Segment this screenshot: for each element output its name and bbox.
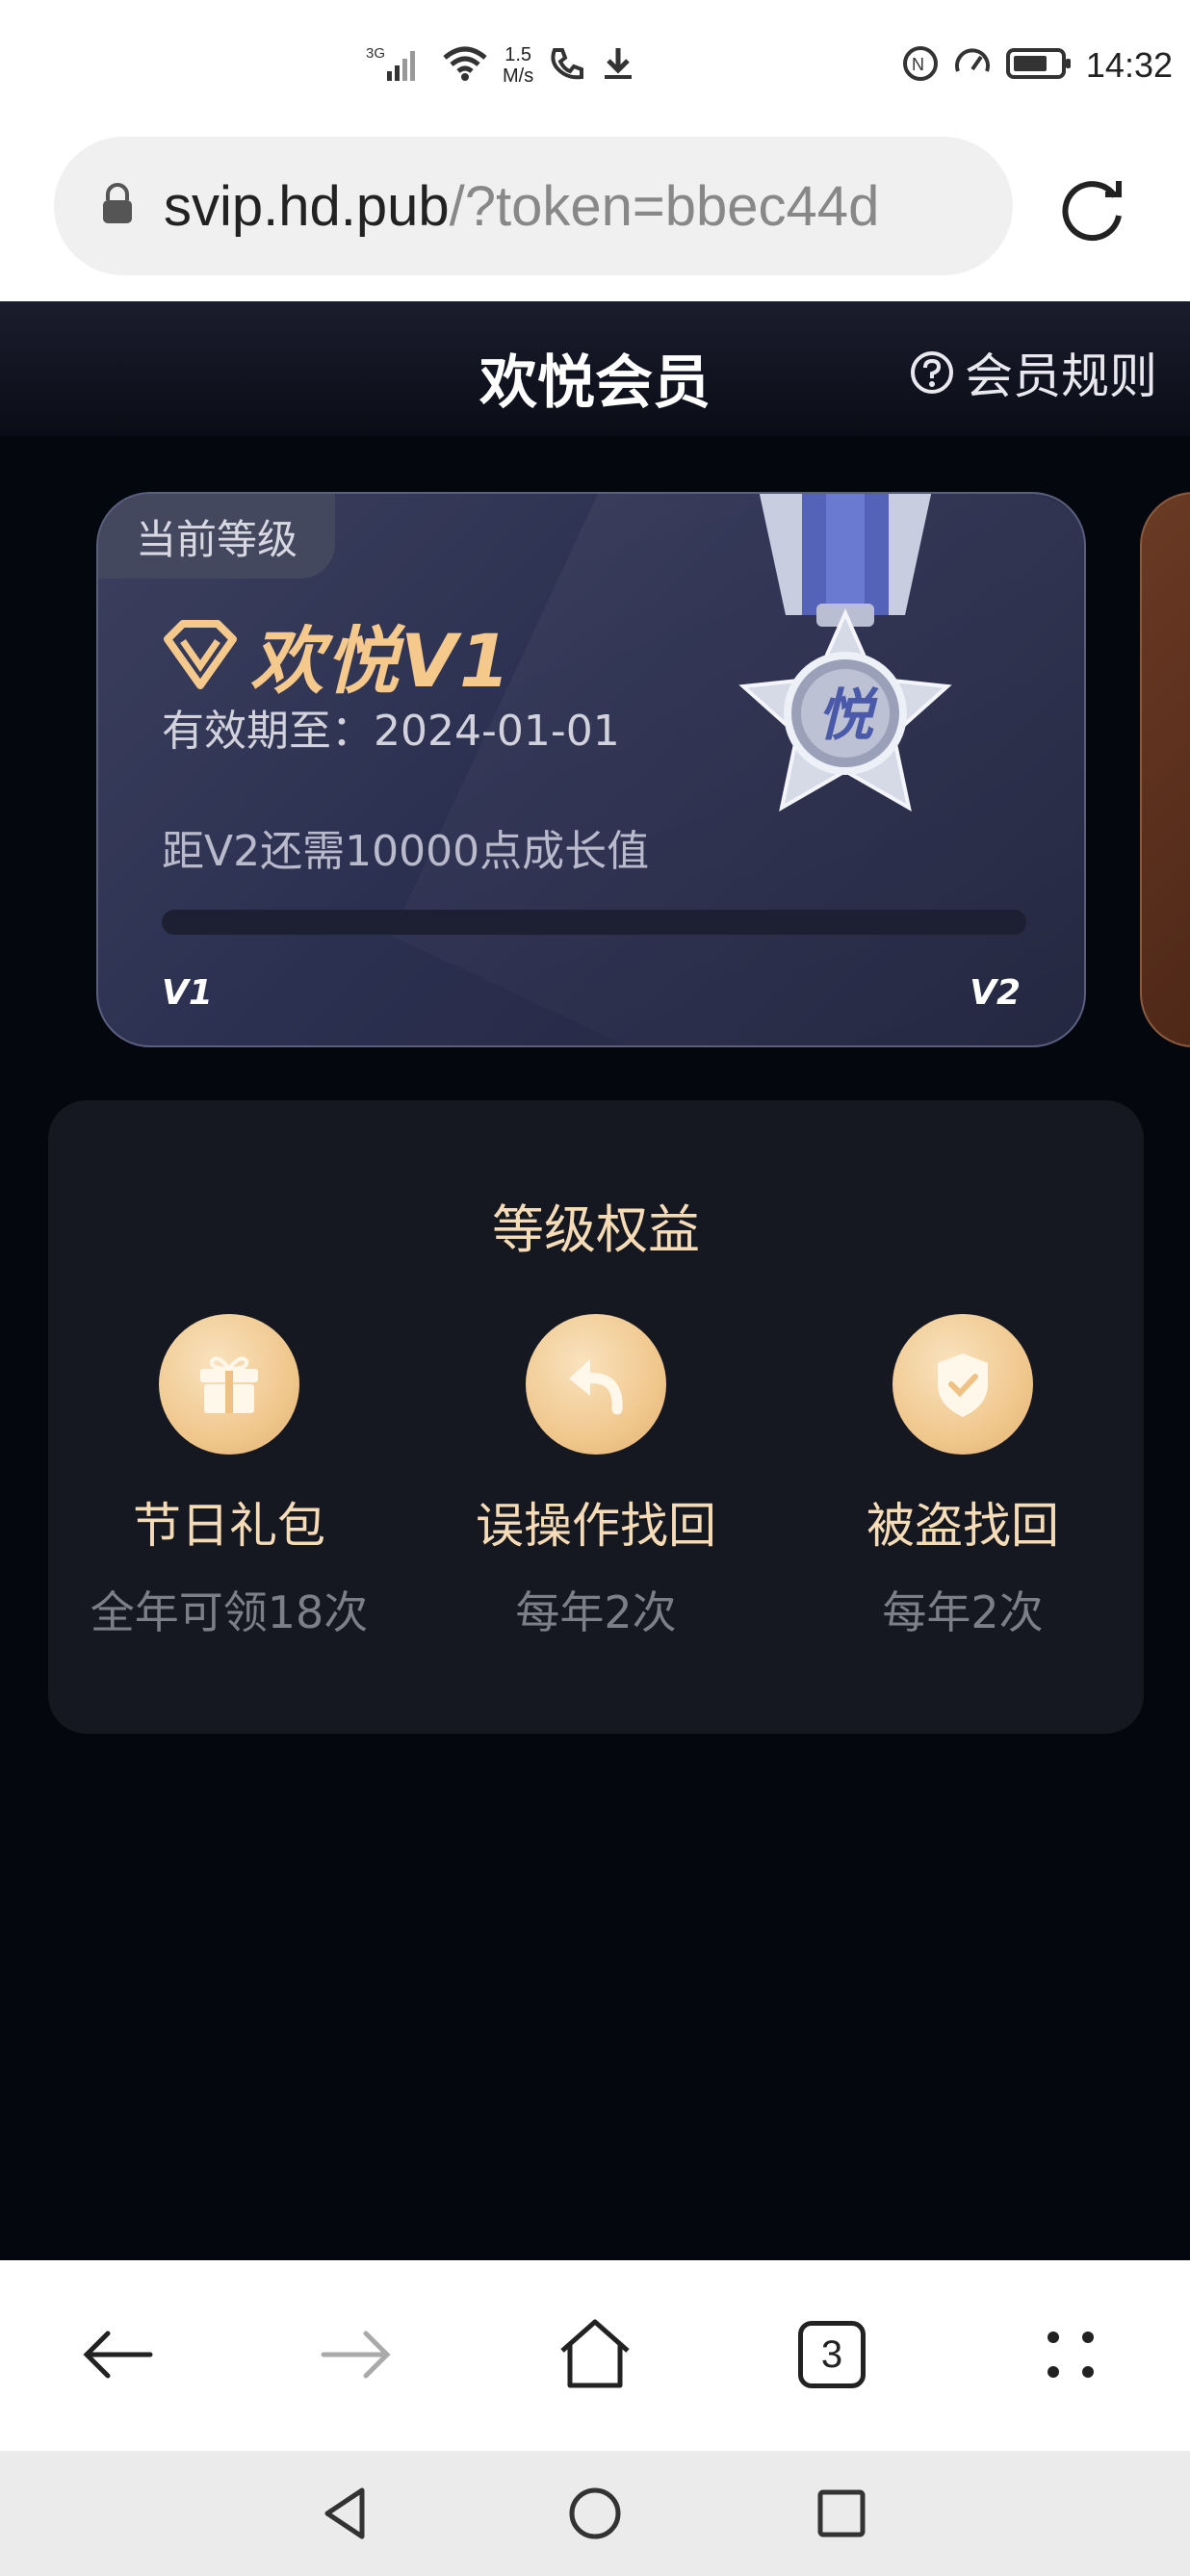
circle-home-icon (569, 2487, 621, 2539)
medal-char: 悦 (817, 683, 879, 748)
reload-button[interactable] (1055, 169, 1132, 246)
more-icon (1048, 2331, 1094, 2378)
browser-toolbar: 3 (0, 2260, 1190, 2451)
web-page: 欢悦会员 会员规则 当前等级 欢悦V1 有效期至：2024-01-01 距V2还… (0, 301, 1190, 2260)
benefit-theft-recovery[interactable]: 被盗找回 每年2次 (782, 1314, 1144, 1641)
speed-icon (953, 44, 992, 87)
url-text: svip.hd.pub/?token=bbec44d (164, 174, 879, 239)
progress-end-level: V2 (970, 973, 1021, 1013)
signal-icon: 3G (366, 42, 427, 89)
wifi-icon (441, 44, 489, 87)
help-icon (911, 351, 953, 394)
forward-button[interactable] (308, 2306, 404, 2403)
system-home-button[interactable] (556, 2475, 634, 2552)
svg-text:3G: 3G (366, 45, 385, 62)
benefit-title: 被盗找回 (867, 1498, 1059, 1554)
system-back-button[interactable] (308, 2475, 385, 2552)
benefit-subtitle: 每年2次 (882, 1586, 1044, 1638)
system-recents-button[interactable] (803, 2475, 880, 2552)
speed-unit: M/s (503, 65, 534, 87)
system-nav-bar (0, 2451, 1190, 2576)
square-recents-icon (817, 2489, 866, 2537)
home-button[interactable] (547, 2306, 643, 2403)
status-bar: 3G 1.5 M/s N 14:32 (0, 0, 1190, 135)
medal-icon: 悦 (738, 494, 952, 811)
status-bar-right: N 14:32 (901, 37, 1173, 94)
menu-button[interactable] (1022, 2306, 1119, 2403)
next-level-card-peek[interactable] (1140, 492, 1190, 1047)
growth-progress-bar (162, 910, 1026, 935)
benefit-title: 节日礼包 (133, 1498, 325, 1554)
triangle-back-icon (324, 2487, 365, 2539)
benefit-title: 误操作找回 (476, 1498, 716, 1554)
download-icon (599, 44, 637, 87)
member-rules-link[interactable]: 会员规则 (909, 338, 1157, 407)
growth-needed-text: 距V2还需10000点成长值 (162, 827, 650, 876)
tabs-button[interactable]: 3 (784, 2306, 880, 2403)
call-icon (547, 44, 585, 87)
url-host: svip.hd.pub (164, 174, 450, 238)
arrow-left-icon (83, 2331, 153, 2379)
current-level-card: 当前等级 欢悦V1 有效期至：2024-01-01 距V2还需10000点成长值… (96, 492, 1086, 1047)
nfc-icon: N (901, 44, 940, 87)
lock-icon (100, 183, 135, 229)
url-field[interactable]: svip.hd.pub/?token=bbec44d (54, 137, 1013, 275)
tab-count: 3 (798, 2321, 866, 2388)
member-rules-label: 会员规则 (965, 348, 1157, 404)
vip-diamond-icon (164, 620, 237, 689)
url-path: /?token=bbec44d (449, 174, 880, 238)
page-header: 欢悦会员 会员规则 (0, 301, 1190, 436)
shield-icon (892, 1314, 1033, 1455)
address-bar: svip.hd.pub/?token=bbec44d (0, 135, 1190, 301)
back-button[interactable] (69, 2306, 166, 2403)
progress-start-level: V1 (162, 973, 213, 1013)
undo-icon (526, 1314, 666, 1455)
speed-value: 1.5 (504, 44, 532, 65)
benefit-holiday-gift[interactable]: 节日礼包 全年可领18次 (48, 1314, 410, 1641)
reload-icon (1062, 181, 1122, 242)
status-bar-center: 3G 1.5 M/s (366, 37, 637, 94)
level-benefits-panel: 等级权益 节日礼包 全年可领18次 误操作找回 每年2次 被盗找回 每年2次 (48, 1100, 1144, 1734)
benefit-misoperation-recovery[interactable]: 误操作找回 每年2次 (415, 1314, 777, 1641)
benefit-subtitle: 每年2次 (515, 1586, 677, 1638)
gift-icon (159, 1314, 299, 1455)
home-icon (560, 2319, 630, 2388)
validity-date: 有效期至：2024-01-01 (162, 707, 620, 756)
clock: 14:32 (1085, 45, 1173, 85)
svg-text:N: N (912, 55, 924, 74)
level-name: 欢悦V1 (162, 602, 512, 708)
battery-icon (1005, 44, 1073, 87)
network-speed: 1.5 M/s (503, 44, 533, 87)
benefit-subtitle: 全年可领18次 (90, 1586, 369, 1638)
current-level-tag: 当前等级 (98, 494, 335, 579)
level-name-text: 欢悦V1 (250, 618, 512, 704)
arrow-right-icon (321, 2331, 391, 2379)
benefits-title: 等级权益 (492, 1199, 700, 1260)
